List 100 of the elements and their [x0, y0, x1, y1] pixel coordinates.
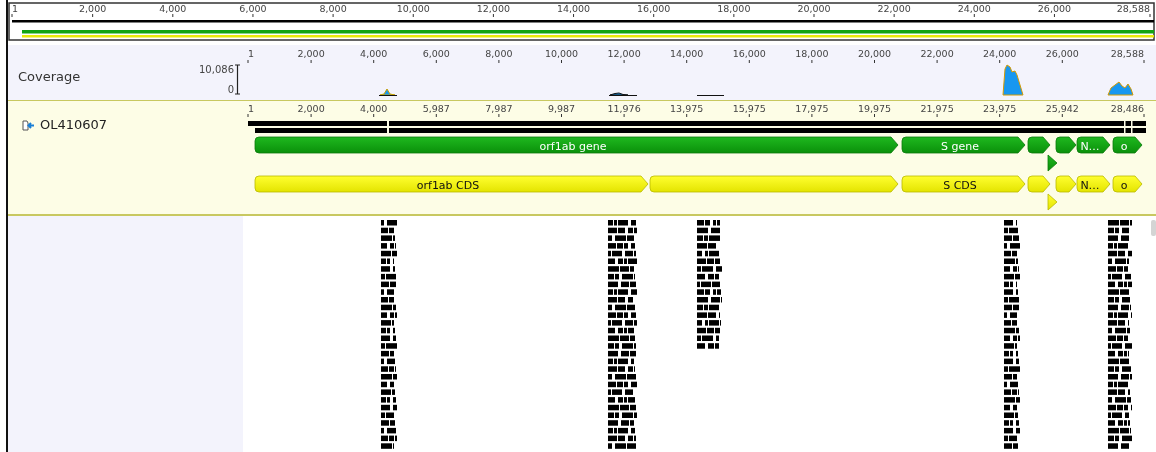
- tick-mark: [748, 59, 750, 64]
- ruler-label: 4,000: [159, 3, 187, 14]
- sequence-icon: [22, 120, 35, 131]
- tick-mark: [893, 13, 895, 18]
- ruler-label: 4,000: [360, 48, 388, 59]
- ruler-label: 14,000: [556, 3, 591, 14]
- ruler-label: 4,000: [360, 103, 388, 114]
- gene-marker-icon[interactable]: [1047, 154, 1058, 172]
- sequence-name: OL410607: [40, 117, 108, 132]
- ruler-label: 6,000: [239, 3, 267, 14]
- cds-annotation[interactable]: N…: [1076, 175, 1111, 193]
- cds-annotation[interactable]: orf1ab CDS: [254, 175, 649, 193]
- tick-mark: [811, 113, 813, 118]
- scale-min-label: 0: [227, 83, 234, 95]
- cds-annotation[interactable]: [649, 175, 899, 193]
- tick-mark: [686, 113, 688, 118]
- ruler-label: 26,000: [1037, 3, 1072, 14]
- tick-mark: [332, 13, 334, 18]
- ruler-label: 1: [248, 48, 255, 59]
- tick-mark: [623, 59, 625, 64]
- gene-annotation[interactable]: [1027, 136, 1051, 154]
- ruler-label: 16,000: [732, 48, 766, 59]
- ruler-label: 12,000: [607, 48, 641, 59]
- tick-mark: [686, 59, 688, 64]
- ruler-label: 6,000: [422, 48, 450, 59]
- tick-mark: [561, 113, 562, 118]
- cds-annotation[interactable]: S CDS: [901, 175, 1026, 193]
- tick-mark: [11, 13, 13, 18]
- ruler-label: 11,976: [607, 103, 641, 114]
- ruler-label: 28,486: [1110, 103, 1144, 114]
- ruler-label: 18,000: [717, 3, 751, 14]
- ruler-label: 1: [12, 3, 19, 14]
- tick-mark: [435, 59, 437, 64]
- tick-mark: [373, 113, 375, 118]
- ruler-label: 22,000: [920, 48, 954, 59]
- scrollbar-thumb[interactable]: [1151, 220, 1156, 236]
- tick-mark: [1061, 113, 1063, 118]
- ruler-label: 25,942: [1045, 103, 1079, 114]
- tick-mark: [973, 13, 975, 18]
- ruler-label: 24,000: [957, 3, 991, 14]
- ruler-label: 15,975: [732, 103, 766, 114]
- ruler-label: 10,000: [396, 3, 430, 14]
- tick-mark: [1061, 59, 1063, 64]
- tick-mark: [92, 13, 94, 18]
- tick-mark: [874, 59, 875, 64]
- tick-mark: [247, 113, 249, 118]
- cds-marker-icon[interactable]: [1047, 193, 1058, 211]
- tick-mark: [573, 13, 575, 18]
- tick-mark: [653, 13, 655, 18]
- tick-mark: [498, 59, 500, 64]
- ruler-label: 28,588: [1116, 3, 1150, 14]
- ruler-label: 13,975: [670, 103, 704, 114]
- tick-mark: [813, 13, 815, 18]
- ruler-label: 10,000: [544, 48, 579, 59]
- tick-mark: [373, 59, 375, 64]
- tick-mark: [435, 113, 437, 118]
- ruler-label: 28,588: [1110, 48, 1144, 59]
- ruler-label: 14,000: [670, 48, 704, 59]
- tick-mark: [936, 113, 938, 118]
- ruler-label: 23,975: [983, 103, 1017, 114]
- tick-mark: [310, 113, 312, 118]
- gene-annotation[interactable]: N…: [1076, 136, 1111, 154]
- ruler-label: 2,000: [297, 48, 325, 59]
- ruler-label: 20,000: [857, 48, 892, 59]
- ruler-label: 12,000: [476, 3, 510, 14]
- ruler-label: 5,987: [422, 103, 450, 114]
- ruler-label: 18,000: [795, 48, 829, 59]
- tick-mark: [492, 13, 494, 18]
- ruler-label: 17,975: [795, 103, 829, 114]
- ruler-label: 26,000: [1045, 48, 1079, 59]
- tick-mark: [874, 113, 875, 118]
- tick-mark: [733, 13, 735, 18]
- ruler-label: 2,000: [79, 3, 107, 14]
- ruler-label: 9,987: [547, 103, 576, 114]
- cds-annotation[interactable]: o: [1112, 175, 1143, 193]
- ruler-label: 24,000: [983, 48, 1017, 59]
- ruler-label: 16,000: [637, 3, 671, 14]
- tick-mark: [498, 113, 500, 118]
- tick-mark: [247, 59, 249, 64]
- ruler-label: 1: [248, 103, 255, 114]
- tick-mark: [748, 113, 750, 118]
- ruler-label: 20,000: [797, 3, 831, 14]
- tick-mark: [412, 13, 414, 18]
- scale-max-label: 10,086: [199, 63, 234, 75]
- tick-mark: [999, 113, 1001, 118]
- gene-annotation[interactable]: [1055, 136, 1077, 154]
- tick-mark: [1143, 113, 1145, 118]
- tick-mark: [936, 59, 938, 64]
- tick-mark: [172, 13, 174, 18]
- tick-mark: [561, 59, 562, 64]
- ruler-label: 8,000: [319, 3, 347, 14]
- tick-mark: [623, 113, 625, 118]
- tick-mark: [1053, 13, 1055, 18]
- tick-mark: [310, 59, 312, 64]
- tick-mark: [811, 59, 813, 64]
- ruler-label: 8,000: [485, 48, 513, 59]
- tick-mark: [999, 59, 1001, 64]
- ruler-label: 7,987: [485, 103, 513, 114]
- ruler-label: 19,975: [857, 103, 892, 114]
- ruler-label: 22,000: [877, 3, 911, 14]
